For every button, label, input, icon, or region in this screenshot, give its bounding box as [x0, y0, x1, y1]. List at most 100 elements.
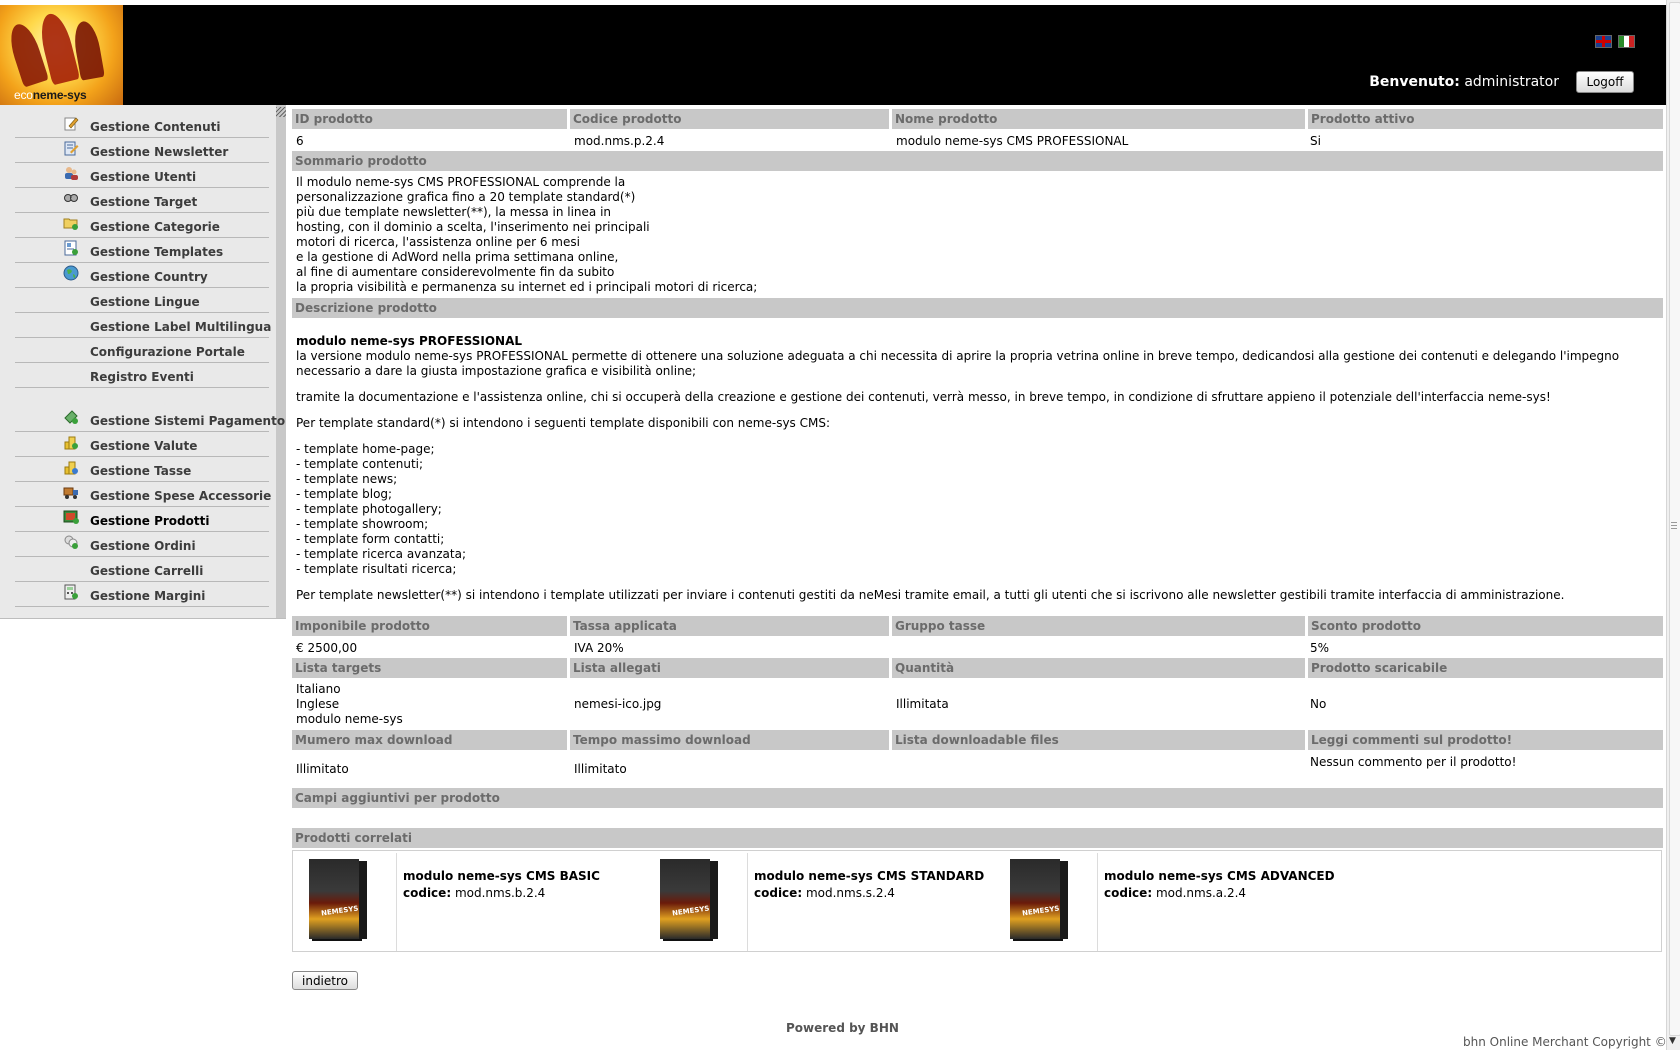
related-product-code: codice: mod.nms.a.2.4	[1104, 886, 1246, 900]
newsletter-edit-icon	[64, 141, 79, 156]
tax-coins-icon	[64, 461, 78, 475]
coins-icon	[64, 436, 78, 450]
divider	[747, 853, 748, 951]
related-product-name[interactable]: modulo neme-sys CMS ADVANCED	[1104, 869, 1335, 883]
description-title: modulo neme-sys PROFESSIONAL	[296, 334, 523, 348]
sidebar-item-gestione-prodotti[interactable]: Gestione Prodotti	[15, 507, 269, 532]
header-campi-aggiuntivi: Campi aggiuntivi per prodotto	[292, 788, 1663, 808]
sidebar-item-gestione-utenti[interactable]: Gestione Utenti	[15, 163, 269, 188]
header-lista-targets: Lista targets	[292, 658, 567, 678]
attachment-value[interactable]: nemesi-ico.jpg	[574, 697, 661, 711]
product-box-image[interactable]: NEMESYS	[646, 855, 724, 945]
code-value: mod.nms.a.2.4	[1155, 886, 1247, 900]
related-product-name[interactable]: modulo neme-sys CMS STANDARD	[754, 869, 984, 883]
description-paragraph: Per template standard(*) si intendono i …	[296, 416, 831, 430]
sidebar-item-gestione-ordini[interactable]: Gestione Ordini	[15, 532, 269, 557]
page-scrollbar[interactable]: ▼	[1666, 0, 1680, 1050]
header-scaricabile: Prodotto scaricabile	[1308, 658, 1663, 678]
header-downloadable-files: Lista downloadable files	[892, 730, 1305, 750]
calculator-icon	[64, 584, 78, 600]
sidebar-item-gestione-categorie[interactable]: Gestione Categorie	[15, 213, 269, 238]
sidebar-item-gestione-templates[interactable]: Gestione Templates	[15, 238, 269, 263]
summary-line: personalizzazione grafica fino a 20 temp…	[296, 190, 636, 204]
list-item: - template contenuti;	[296, 457, 424, 471]
summary-line: più due template newsletter(**), la mess…	[296, 205, 612, 219]
sidebar-item-gestione-contenuti[interactable]: Gestione Contenuti	[15, 113, 269, 138]
comments-value: Nessun commento per il prodotto!	[1310, 755, 1517, 769]
truck-icon	[63, 487, 78, 499]
header-prodotti-correlati: Prodotti correlati	[292, 828, 1663, 848]
list-item: - template blog;	[296, 487, 393, 501]
name-value: modulo neme-sys CMS PROFESSIONAL	[896, 134, 1129, 148]
product-icon	[63, 510, 79, 524]
sidebar-item-gestione-country[interactable]: Gestione Country	[15, 263, 269, 288]
header-quantita: Quantità	[892, 658, 1305, 678]
sidebar-item-gestione-carrelli[interactable]: Gestione Carrelli	[15, 557, 269, 582]
description-text: modulo neme-sys PROFESSIONAL la versione…	[296, 334, 1662, 614]
uk-flag-icon[interactable]	[1595, 35, 1612, 48]
summary-line: la propria visibilità e permanenza su in…	[296, 280, 758, 294]
target-glasses-icon	[64, 194, 78, 202]
powered-by: Powered by BHN	[786, 1021, 899, 1035]
sidebar-item-gestione-tasse[interactable]: Gestione Tasse	[15, 457, 269, 482]
box-side	[710, 861, 718, 939]
sidebar-item-configurazione-portale[interactable]: Configurazione Portale	[15, 338, 269, 363]
id-value: 6	[296, 134, 304, 148]
sidebar-item-gestione-valute[interactable]: Gestione Valute	[15, 432, 269, 457]
logoff-button[interactable]: Logoff	[1576, 71, 1634, 93]
scroll-down-arrow-icon[interactable]: ▼	[1669, 1036, 1676, 1046]
header-gruppo-tasse: Gruppo tasse	[892, 616, 1305, 636]
sidebar-item-gestione-target[interactable]: Gestione Target	[15, 188, 269, 213]
sidebar-item-gestione-newsletter[interactable]: Gestione Newsletter	[15, 138, 269, 163]
italy-flag-icon[interactable]	[1618, 35, 1635, 48]
back-button[interactable]: indietro	[292, 971, 358, 990]
sidebar-item-gestione-spese-accessorie[interactable]: Gestione Spese Accessorie	[15, 482, 271, 507]
sidebar-item-gestione-lingue[interactable]: Gestione Lingue	[15, 288, 269, 313]
sidebar-item-gestione-sistemi-pagamento[interactable]: Gestione Sistemi Pagamento	[15, 407, 285, 432]
folder-add-icon	[63, 218, 78, 230]
resize-grip-icon[interactable]	[276, 107, 286, 117]
econeme-sys-logo[interactable]: econeme-sys	[0, 5, 123, 105]
sidebar-item-registro-eventi[interactable]: Registro Eventi	[15, 363, 269, 388]
sidebar-scrollbar[interactable]	[276, 105, 286, 618]
code-value: mod.nms.b.2.4	[454, 886, 546, 900]
target-item: Inglese	[296, 697, 340, 711]
header-nome-prodotto: Nome prodotto	[892, 109, 1305, 129]
header-imponibile: Imponibile prodotto	[292, 616, 567, 636]
sidebar-item-gestione-label-multilingua[interactable]: Gestione Label Multilingua	[15, 313, 271, 338]
sidebar-menu: Gestione Contenuti Gestione Newsletter G…	[0, 105, 286, 619]
related-product-code: codice: mod.nms.b.2.4	[403, 886, 545, 900]
code-label: codice:	[403, 886, 452, 900]
downloadable-value: No	[1310, 697, 1327, 711]
welcome-label: Benvenuto:	[1369, 74, 1460, 90]
summary-line: al fine di aumentare considerevolmente f…	[296, 265, 615, 279]
product-box-image[interactable]: NEMESYS	[996, 855, 1074, 945]
payment-icon	[64, 410, 78, 424]
box-side	[359, 861, 367, 939]
product-box-image[interactable]: NEMESYS	[295, 855, 373, 945]
description-paragraph: tramite la documentazione e l'assistenza…	[296, 390, 1551, 404]
header-sconto: Sconto prodotto	[1308, 616, 1663, 636]
box-front	[1010, 859, 1060, 939]
max-download-value: Illimitato	[296, 762, 349, 776]
template-icon	[64, 240, 78, 256]
globe-icon	[63, 265, 79, 281]
summary-line: hosting, con il dominio a scelta, l'inse…	[296, 220, 650, 234]
welcome-text: Benvenuto: administrator	[1369, 74, 1559, 90]
sidebar-item-gestione-margini[interactable]: Gestione Margini	[15, 582, 269, 607]
related-product-name[interactable]: modulo neme-sys CMS BASIC	[403, 869, 600, 883]
description-paragraph: Per template newsletter(**) si intendono…	[296, 588, 1565, 602]
box-front	[309, 859, 359, 939]
code-value: mod.nms.p.2.4	[574, 134, 665, 148]
orders-icon	[64, 535, 78, 549]
summary-line: e la gestione di AdWord nella prima sett…	[296, 250, 619, 264]
header-lista-allegati: Lista allegati	[570, 658, 889, 678]
scrollbar-thumb[interactable]	[1669, 2, 1680, 1036]
related-products: NEMESYS modulo neme-sys CMS BASIC codice…	[292, 850, 1662, 952]
list-item: - template home-page;	[296, 442, 435, 456]
header-commenti[interactable]: Leggi commenti sul prodotto!	[1308, 730, 1663, 750]
list-item: - template photogallery;	[296, 502, 442, 516]
header-codice-prodotto: Codice prodotto	[570, 109, 889, 129]
tax-value: IVA 20%	[574, 641, 624, 655]
target-item: modulo neme-sys	[296, 712, 403, 726]
